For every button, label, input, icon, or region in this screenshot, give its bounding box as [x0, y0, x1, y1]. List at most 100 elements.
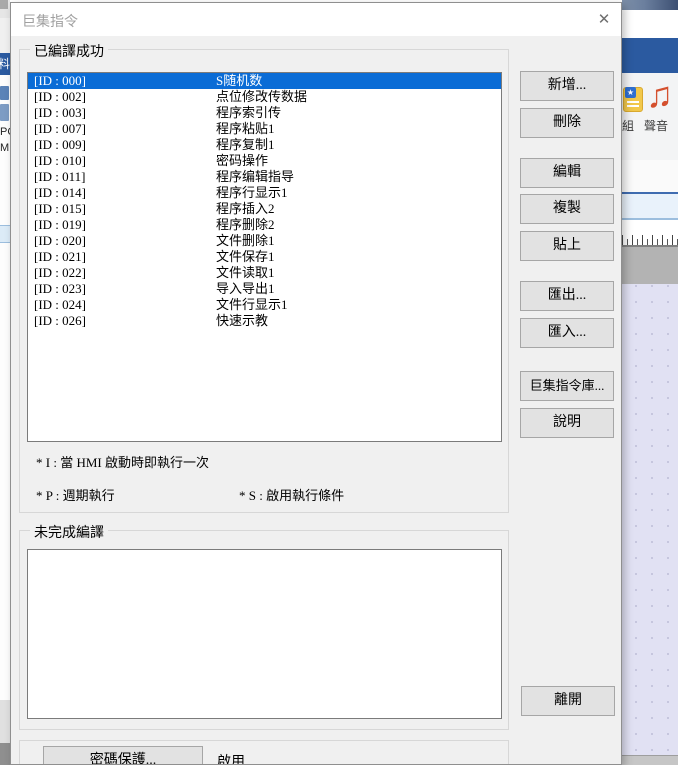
ribbon-tab-band [622, 38, 678, 73]
macro-list-item[interactable]: [ID : 015] 程序插入2 [28, 201, 501, 217]
delete-button[interactable]: 刪除 [520, 108, 614, 138]
macro-list-item[interactable]: [ID : 019] 程序删除2 [28, 217, 501, 233]
macro-id: [ID : 009] [34, 137, 86, 153]
background-spacer [622, 220, 678, 230]
macro-name: 程序插入2 [216, 201, 275, 217]
design-canvas-fragment [622, 284, 678, 755]
macro-name: 程序编辑指导 [216, 169, 294, 185]
copy-button[interactable]: 複製 [520, 194, 614, 224]
macro-name: 点位修改传数据 [216, 89, 307, 105]
clipboard-icon[interactable] [0, 86, 9, 100]
background-toolbar-fragment [622, 160, 678, 192]
ribbon-group-label: 組 [622, 117, 634, 134]
macro-name: 文件保存1 [216, 249, 275, 265]
import-button[interactable]: 匯入... [520, 318, 614, 348]
macro-list-item[interactable]: [ID : 020] 文件删除1 [28, 233, 501, 249]
background-left-toolbar-fragment [0, 0, 10, 18]
macro-list-item[interactable]: [ID : 014] 程序行显示1 [28, 185, 501, 201]
macro-name: 程序粘贴1 [216, 121, 275, 137]
macro-name: 程序行显示1 [216, 185, 288, 201]
compiled-group-label: 已編譯成功 [30, 41, 108, 61]
sound-music-note-icon[interactable]: ♫ [646, 75, 673, 115]
ruler-fragment [622, 230, 678, 245]
password-enable-label: 啟用 [217, 751, 245, 765]
macro-list-item[interactable]: [ID : 011] 程序编辑指导 [28, 169, 501, 185]
background-titlebar-fragment [622, 10, 678, 38]
macro-id: [ID : 010] [34, 153, 86, 169]
macro-id: [ID : 003] [34, 105, 86, 121]
macro-id: [ID : 023] [34, 281, 86, 297]
macro-id: [ID : 019] [34, 217, 86, 233]
new-button[interactable]: 新增... [520, 71, 614, 101]
macro-id: [ID : 022] [34, 265, 86, 281]
canvas-margin-fragment [622, 247, 678, 284]
background-right-strip: ★ ♫ 組 聲音 [622, 0, 678, 765]
macro-id: [ID : 020] [34, 233, 86, 249]
macro-name: 文件行显示1 [216, 297, 288, 313]
ribbon-sound-label: 聲音 [644, 117, 668, 134]
edit-button[interactable]: 編輯 [520, 158, 614, 188]
note-condition-run: * S : 啟用執行條件 [239, 485, 344, 504]
background-tab-label: 資料 [0, 53, 10, 75]
note-initial-run: * I : 當 HMI 啟動時即執行一次 [36, 452, 209, 471]
background-left-statusbar-fragment [0, 743, 10, 765]
macro-name: 文件读取1 [216, 265, 275, 281]
background-left-panel-fragment [0, 18, 10, 53]
macro-id: [ID : 021] [34, 249, 86, 265]
macro-id: [ID : 026] [34, 313, 86, 329]
star-badge-icon: ★ [625, 87, 636, 98]
background-left-strip: 資料 PC MI) [0, 0, 10, 765]
macro-listbox[interactable]: [ID : 000] S随机数 [ID : 002] 点位修改传数据 [ID :… [27, 72, 502, 442]
macro-name: 程序索引传 [216, 105, 281, 121]
background-left-bar-fragment [0, 225, 10, 243]
macro-id: [ID : 002] [34, 89, 86, 105]
macro-name: 文件删除1 [216, 233, 275, 249]
paste-button[interactable]: 貼上 [520, 231, 614, 261]
screen: 資料 PC MI) ★ ♫ 組 聲音 [0, 0, 678, 765]
macro-name: S随机数 [216, 73, 262, 89]
macro-list-item[interactable]: [ID : 009] 程序复制1 [28, 137, 501, 153]
macro-list-item[interactable]: [ID : 003] 程序索引传 [28, 105, 501, 121]
macro-list-item[interactable]: [ID : 000] S随机数 [28, 73, 501, 89]
dialog-title: 巨集指令 [22, 11, 78, 31]
export-button[interactable]: 匯出... [520, 281, 614, 311]
macro-list-item[interactable]: [ID : 023] 导入导出1 [28, 281, 501, 297]
macro-list-item[interactable]: [ID : 002] 点位修改传数据 [28, 89, 501, 105]
macro-name: 程序删除2 [216, 217, 275, 233]
document-icon[interactable] [0, 104, 9, 121]
help-button[interactable]: 說明 [520, 408, 614, 438]
note-periodic-run: * P : 週期執行 [36, 485, 115, 504]
background-tab-fragment[interactable]: 資料 [0, 53, 10, 75]
exit-button[interactable]: 離開 [521, 686, 615, 716]
uncompiled-group-label: 未完成編譯 [30, 522, 108, 542]
macro-list-item[interactable]: [ID : 021] 文件保存1 [28, 249, 501, 265]
background-address-bar-fragment [622, 194, 678, 218]
group-object-icon[interactable]: ★ [623, 87, 643, 112]
macro-id: [ID : 014] [34, 185, 86, 201]
macro-name: 快速示教 [216, 313, 268, 329]
ribbon-fragment: ★ ♫ 組 聲音 [622, 73, 678, 160]
macro-list-item[interactable]: [ID : 010] 密码操作 [28, 153, 501, 169]
macro-dialog: 巨集指令 ✕ 已編譯成功 [ID : 000] S随机数 [ID : 002] … [10, 2, 622, 765]
macro-list-item[interactable]: [ID : 024] 文件行显示1 [28, 297, 501, 313]
close-icon[interactable]: ✕ [593, 9, 615, 31]
macro-id: [ID : 011] [34, 169, 86, 185]
macro-id: [ID : 000] [34, 73, 86, 89]
macro-library-button[interactable]: 巨集指令庫... [520, 371, 614, 401]
macro-id: [ID : 015] [34, 201, 86, 217]
macro-name: 程序复制1 [216, 137, 275, 153]
password-protect-button[interactable]: 密碼保護... [43, 746, 203, 765]
macro-list-item[interactable]: [ID : 007] 程序粘贴1 [28, 121, 501, 137]
macro-name: 密码操作 [216, 153, 268, 169]
background-left-corner-fragment [0, 0, 8, 9]
uncompiled-listbox[interactable] [27, 549, 502, 719]
background-scrollbar-fragment[interactable] [622, 755, 678, 765]
macro-list-item[interactable]: [ID : 026] 快速示教 [28, 313, 501, 329]
dialog-titlebar[interactable]: 巨集指令 ✕ [11, 3, 621, 36]
macro-id: [ID : 007] [34, 121, 86, 137]
macro-name: 导入导出1 [216, 281, 275, 297]
background-left-lower-fragment [0, 700, 10, 743]
desktop-wallpaper-fragment [622, 0, 678, 10]
macro-id: [ID : 024] [34, 297, 86, 313]
macro-list-item[interactable]: [ID : 022] 文件读取1 [28, 265, 501, 281]
